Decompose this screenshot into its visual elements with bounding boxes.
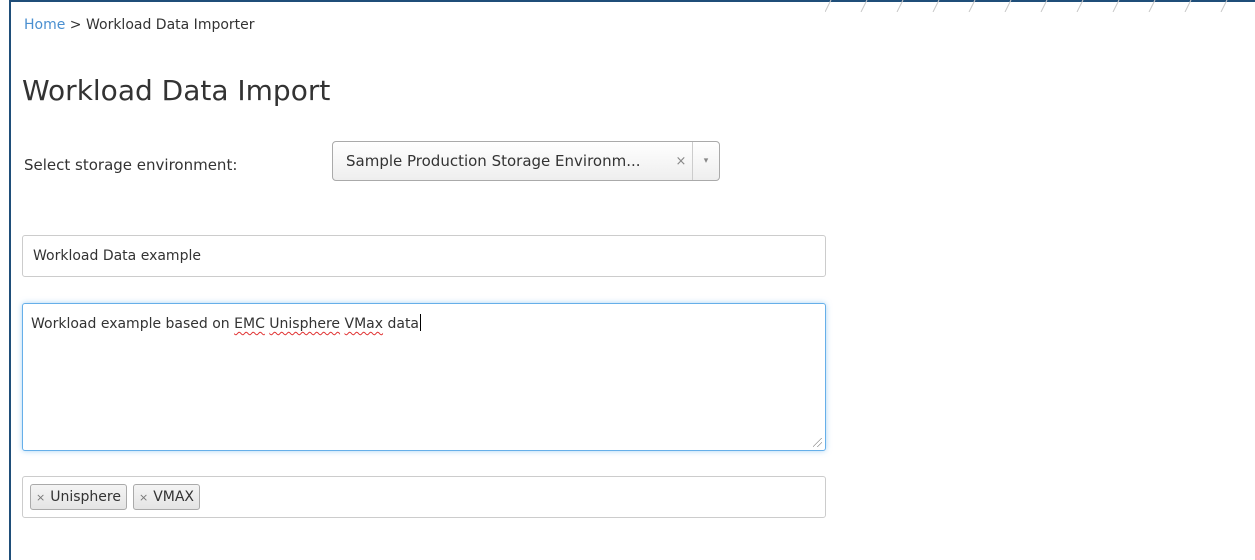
tags-input[interactable]: × Unisphere × VMAX <box>22 476 826 518</box>
workload-name-input[interactable] <box>22 235 826 277</box>
clear-icon[interactable]: × <box>670 154 692 169</box>
storage-environment-select[interactable]: Sample Production Storage Environm... × … <box>332 141 720 181</box>
description-word-vmax: VMax <box>344 316 384 332</box>
tag-entry-field[interactable] <box>206 481 825 513</box>
tag-remove-icon[interactable]: × <box>139 491 148 504</box>
storage-environment-label: Select storage environment: <box>24 156 238 174</box>
breadcrumb-home-link[interactable]: Home <box>24 17 65 33</box>
workload-description-textarea[interactable]: Workload example based on EMC Unisphere … <box>22 303 826 451</box>
description-word-emc: EMC <box>234 316 265 332</box>
tag-remove-icon[interactable]: × <box>36 491 45 504</box>
description-text: Workload example based on <box>31 316 235 332</box>
text-caret <box>420 314 422 331</box>
tag-chip[interactable]: × VMAX <box>132 484 201 510</box>
tag-label: Unisphere <box>50 489 121 505</box>
dropdown-arrow-icon[interactable]: ▾ <box>692 142 719 180</box>
description-word-unisphere: Unisphere <box>269 316 341 332</box>
breadcrumb-separator: > <box>65 17 86 33</box>
breadcrumb-current: Workload Data Importer <box>85 17 255 33</box>
background-grid <box>825 0 1228 12</box>
tag-chip[interactable]: × Unisphere <box>30 484 127 510</box>
resize-handle-icon[interactable] <box>813 438 822 447</box>
page-title: Workload Data Import <box>22 74 331 107</box>
tag-label: VMAX <box>153 489 195 505</box>
storage-environment-value: Sample Production Storage Environm... <box>346 152 641 170</box>
breadcrumb: Home > Workload Data Importer <box>24 17 255 33</box>
description-text-end: data <box>383 316 420 332</box>
